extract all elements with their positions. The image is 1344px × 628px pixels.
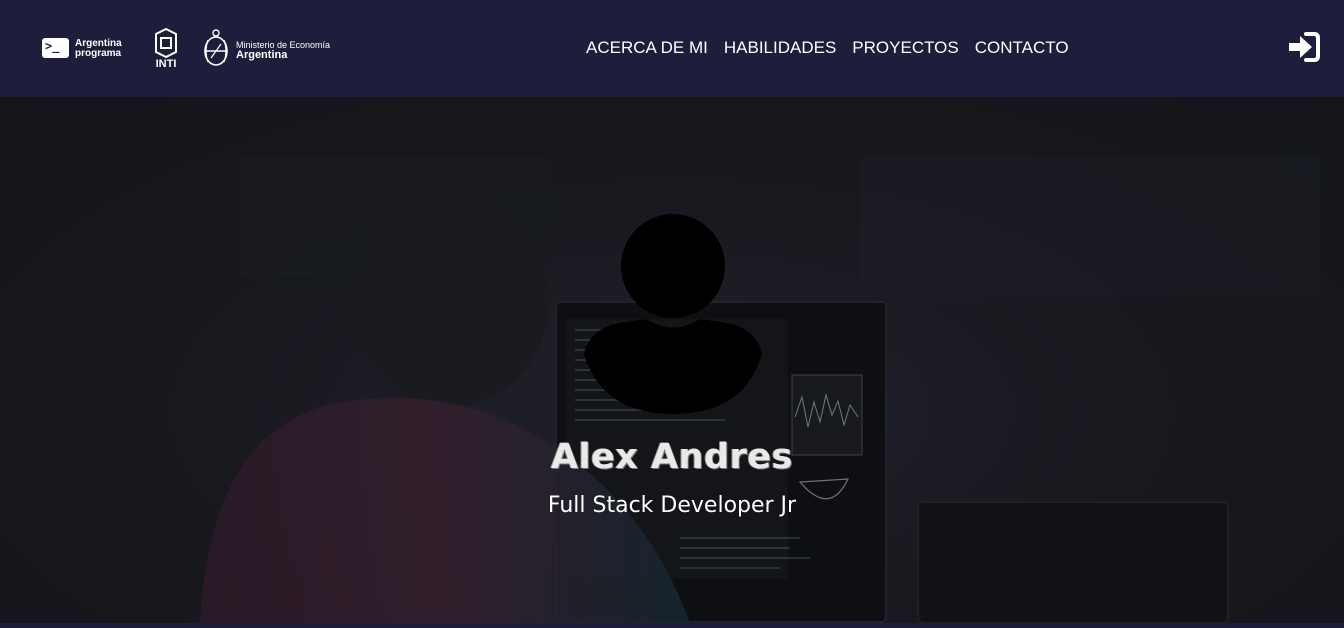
ministerio-text-line2: Argentina — [236, 49, 288, 61]
inti-logo[interactable]: INTI — [150, 27, 182, 70]
main-nav: ACERCA DE MI HABILIDADES PROYECTOS CONTA… — [586, 38, 1069, 58]
profile-name: Alex Andres — [551, 437, 793, 477]
ministerio-logo[interactable]: Ministerio de Economía Argentina — [202, 28, 342, 70]
nav-link-proyectos[interactable]: PROYECTOS — [852, 38, 958, 58]
navbar: >_ Argentina programa INTI Ministerio de… — [0, 0, 1344, 97]
avatar — [584, 214, 762, 414]
inti-text: INTI — [155, 58, 177, 70]
inti-emblem-icon — [155, 27, 177, 59]
user-icon — [584, 214, 762, 414]
argentina-programa-text: Argentina programa — [75, 38, 122, 59]
nav-link-habilidades[interactable]: HABILIDADES — [724, 38, 836, 58]
hero-bottom-border — [0, 623, 1344, 628]
nav-link-contacto[interactable]: CONTACTO — [975, 38, 1069, 58]
profile-role: Full Stack Developer Jr — [547, 493, 797, 518]
terminal-icon: >_ — [42, 38, 69, 58]
login-button[interactable] — [1287, 31, 1321, 63]
coat-of-arms-icon — [204, 29, 228, 66]
sign-in-icon — [1289, 32, 1320, 62]
nav-link-acerca-de-mi[interactable]: ACERCA DE MI — [586, 38, 708, 58]
logos-group: >_ Argentina programa INTI Ministerio de… — [42, 27, 342, 70]
argentina-programa-logo[interactable]: >_ Argentina programa — [42, 36, 132, 60]
